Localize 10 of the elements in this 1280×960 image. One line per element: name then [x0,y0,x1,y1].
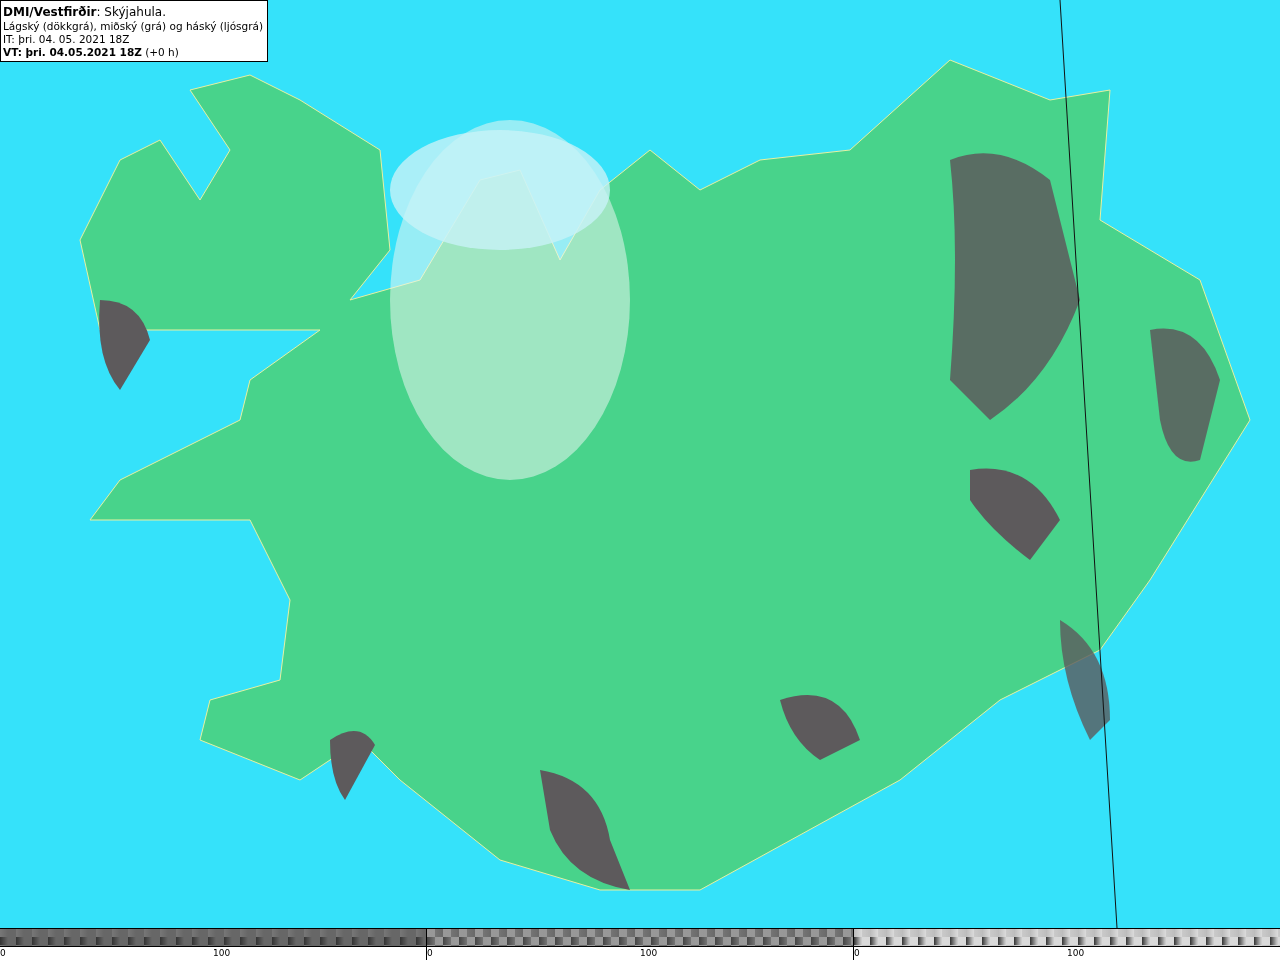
scale-label: 0 [854,947,860,959]
scale-label: 100 [640,947,658,959]
info-text: VT: þri. 04.05.2021 18Z (+0 h) [3,46,180,59]
info-text: Lágský (dökkgrá), miðský (grá) og háský (ljósgrá) [3,20,264,33]
scale-label: 100 [213,947,231,959]
scale-label: 100 [1067,947,1085,959]
info-text: IT: þri. 04. 05. 2021 18Z [3,33,131,46]
scale-label: 0 [0,947,6,959]
info-text: DMI/Vestfirðir: Skýjahula. [3,5,167,20]
scale-label: 0 [427,947,433,959]
